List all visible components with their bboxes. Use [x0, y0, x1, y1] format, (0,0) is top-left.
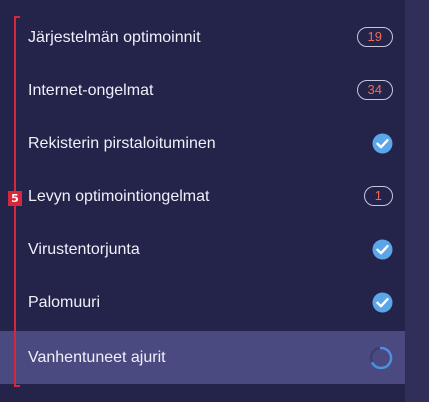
scan-item-label: Levyn optimointiongelmat [28, 188, 210, 205]
scan-results-panel: Järjestelmän optimoinnit 19 Internet-ong… [0, 0, 405, 402]
scan-item-label: Järjestelmän optimoinnit [28, 29, 201, 46]
scan-item-registry-fragmentation[interactable]: Rekisterin pirstaloituminen [0, 117, 405, 170]
scan-item-firewall[interactable]: Palomuuri [0, 276, 405, 329]
scan-item-internet-issues[interactable]: Internet-ongelmat 34 [0, 64, 405, 117]
scan-item-label: Rekisterin pirstaloituminen [28, 135, 216, 152]
check-circle-icon [372, 133, 393, 154]
check-circle-icon [372, 239, 393, 260]
scan-item-outdated-drivers[interactable]: Vanhentuneet ajurit [0, 331, 405, 384]
scan-item-label: Palomuuri [28, 294, 101, 311]
issue-count-badge: 34 [356, 80, 393, 100]
scrollbar-track[interactable] [405, 0, 429, 402]
scan-item-system-optimizations[interactable]: Järjestelmän optimoinnit 19 [0, 11, 405, 64]
scan-item-label: Virustentorjunta [28, 241, 140, 258]
scan-item-antivirus[interactable]: Virustentorjunta [0, 223, 405, 276]
scan-item-disk-optimization[interactable]: Levyn optimointiongelmat 1 [0, 170, 405, 223]
issue-count-badge: 1 [363, 186, 393, 206]
scan-results-window: Järjestelmän optimoinnit 19 Internet-ong… [0, 0, 429, 402]
spinner-icon [369, 346, 393, 370]
scan-item-label: Vanhentuneet ajurit [28, 349, 166, 366]
step-marker: 5 [8, 191, 22, 206]
issue-count-badge: 19 [356, 27, 393, 47]
scan-item-label: Internet-ongelmat [28, 82, 154, 99]
check-circle-icon [372, 292, 393, 313]
